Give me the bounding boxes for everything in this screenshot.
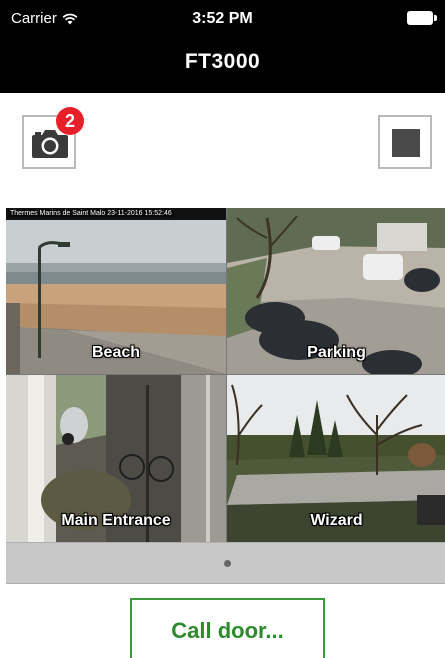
camera-label: Wizard [310,512,363,529]
page-title: FT3000 [184,50,261,73]
status-bar: Carrier 3:52 PM [0,0,445,38]
battery-icon [407,11,437,25]
camera-tile-parking[interactable]: Parking [227,208,445,374]
page-control[interactable] [6,542,445,584]
camera-tile-beach[interactable]: Thermes Marins de Saint Malo 23-11-2016 … [6,208,226,374]
stop-button[interactable] [378,115,432,169]
camera-label: Main Entrance [61,512,171,529]
camera-timestamp-overlay: Thermes Marins de Saint Malo 23-11-2016 … [8,210,174,217]
stop-icon [392,129,420,157]
snapshot-count-badge: 2 [56,107,84,135]
camera-tile-main-entrance[interactable]: Main Entrance [6,375,226,542]
top-bar: Carrier 3:52 PM FT3000 [0,0,445,93]
camera-label: Beach [91,344,141,361]
camera-tile-wizard[interactable]: Wizard [227,375,445,542]
call-door-button[interactable]: Call door... [130,598,325,658]
camera-label: Parking [307,344,366,361]
camera-grid: Thermes Marins de Saint Malo 23-11-2016 … [6,208,445,542]
clock: 3:52 PM [192,10,253,27]
page-dot[interactable] [224,560,231,567]
